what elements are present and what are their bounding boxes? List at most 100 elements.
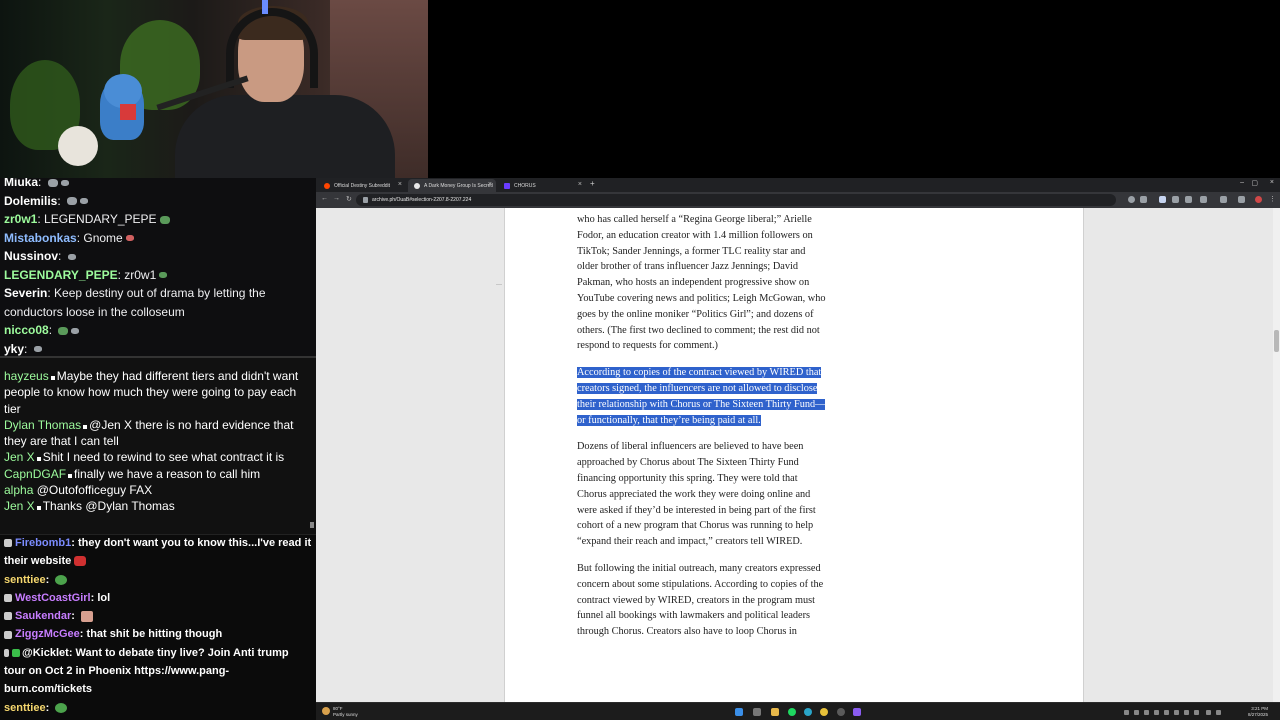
chat-message: WestCoastGirl: lol	[0, 589, 316, 607]
browser-toolbar: ← → ↻ archive.ph/OuaB#selection-2207.8-2…	[316, 192, 1280, 208]
page-viewport: who has called herself a “Regina George …	[316, 208, 1280, 702]
chat-panel-middle: hayzeus Maybe they had different tiers an…	[0, 356, 316, 534]
extension-icon[interactable]	[1185, 196, 1192, 203]
tray-app-icon[interactable]	[1134, 710, 1139, 715]
chat-text: Shit I need to rewind to see what contra…	[42, 450, 285, 465]
forward-icon[interactable]: →	[333, 195, 340, 202]
sidepanel-icon[interactable]	[1220, 196, 1227, 203]
chat-username[interactable]: alpha	[4, 483, 33, 497]
browser-menu-icon[interactable]: ⋮	[1269, 195, 1276, 203]
chat-message: Jen X Shit I need to rewind to see what c…	[0, 449, 316, 465]
tray-app-icon[interactable]	[1154, 710, 1159, 715]
back-icon[interactable]: ←	[321, 195, 328, 202]
chat-username[interactable]: Severin	[4, 286, 47, 300]
verified-check-icon	[12, 648, 20, 657]
obs-icon[interactable]	[837, 708, 845, 716]
chat-message: alpha @Outofofficeguy FAX	[0, 482, 316, 498]
browser-tab-article[interactable]: A Dark Money Group Is Secretl ×	[408, 179, 496, 192]
chat-username[interactable]: Dolemilis	[4, 194, 57, 208]
chat-text: that shit be hitting though	[86, 628, 223, 641]
chat-username[interactable]: LEGENDARY_PEPE	[4, 268, 118, 282]
emote-icon	[47, 178, 58, 187]
maximize-icon[interactable]: ▢	[1251, 179, 1258, 187]
tray-app-icon[interactable]	[1164, 710, 1169, 715]
vertical-scrollbar[interactable]	[1273, 208, 1280, 702]
chat-username[interactable]: Firebomb1	[15, 537, 71, 549]
tray-chevron-icon[interactable]	[1124, 710, 1129, 715]
chat-username[interactable]: Dylan Thomas	[4, 418, 81, 432]
chat-username[interactable]: hayzeus	[4, 369, 49, 383]
wifi-icon[interactable]	[1206, 710, 1211, 715]
tray-app-icon[interactable]	[1184, 710, 1189, 715]
new-tab-button[interactable]: +	[590, 179, 595, 188]
spotify-icon[interactable]	[788, 708, 796, 716]
search-icon[interactable]	[753, 708, 761, 716]
browser-tab-reddit[interactable]: Official Destiny Subreddit ×	[318, 179, 406, 192]
emote-icon	[74, 556, 87, 567]
file-explorer-icon[interactable]	[771, 708, 779, 716]
weather-widget[interactable]: 80°F Partly sunny	[322, 706, 358, 717]
system-clock[interactable]: 3:21 PM 8/27/2025	[1248, 706, 1268, 718]
chat-text: lol	[97, 591, 111, 604]
chrome-icon[interactable]	[820, 708, 828, 716]
emote-icon	[159, 215, 170, 224]
emote-icon	[58, 326, 69, 335]
downloads-icon[interactable]	[1200, 196, 1207, 203]
scrollbar-handle[interactable]	[310, 522, 314, 528]
browser-tab-chorus[interactable]: CHORUS ×	[498, 179, 586, 192]
chat-username[interactable]: zr0w1	[4, 212, 37, 226]
reload-icon[interactable]: ↻	[346, 195, 352, 203]
chat-panel-bottom: Firebomb1: they don't want you to know t…	[0, 534, 316, 720]
edge-icon[interactable]	[804, 708, 812, 716]
chat-text: @Outofofficeguy FAX	[36, 483, 153, 498]
chat-username[interactable]: Miuka	[4, 178, 38, 189]
site-info-icon[interactable]	[363, 197, 368, 203]
chat-username[interactable]: Mistabonkas	[4, 231, 77, 245]
chat-username[interactable]: CapnDGAF	[4, 467, 66, 481]
chat-text: Thanks @Dylan Thomas	[42, 499, 175, 514]
chat-username[interactable]: senttiee	[4, 702, 46, 714]
extension-icon[interactable]	[1172, 196, 1179, 203]
tray-app-icon[interactable]	[1144, 710, 1149, 715]
tray-app-icon[interactable]	[1174, 710, 1179, 715]
chat-message: Saukendar:	[0, 607, 316, 625]
app-icon[interactable]	[853, 708, 861, 716]
chat-username[interactable]: nicco08	[4, 323, 49, 337]
profile-avatar[interactable]	[1255, 196, 1262, 203]
bookmark-star-icon[interactable]	[1140, 196, 1147, 203]
chat-username[interactable]: @Kicklet	[22, 647, 69, 659]
emote-icon	[33, 346, 42, 353]
chat-username[interactable]: ZiggzMcGee	[15, 628, 80, 640]
tab-label: Official Destiny Subreddit	[334, 183, 391, 189]
close-window-icon[interactable]: ×	[1270, 179, 1274, 186]
emote-icon	[80, 198, 89, 205]
scrollbar-thumb[interactable]	[1274, 330, 1279, 352]
user-badge-icon	[4, 612, 12, 621]
chat-username[interactable]: senttiee	[4, 574, 46, 586]
chat-message: ZiggzMcGee: that shit be hitting though	[0, 625, 316, 643]
chat-username[interactable]: Saukendar	[15, 610, 71, 622]
chat-message: Jen X Thanks @Dylan Thomas	[0, 498, 316, 514]
chat-username[interactable]: Jen X	[4, 499, 35, 513]
volume-icon[interactable]	[1216, 710, 1221, 715]
start-windows-icon[interactable]	[735, 708, 743, 716]
chat-message: hayzeus Maybe they had different tiers an…	[0, 368, 316, 417]
extension-icon[interactable]	[1159, 196, 1166, 203]
chat-text: LEGENDARY_PEPE	[44, 212, 157, 226]
address-bar[interactable]: archive.ph/OuaB#selection-2207.8-2207.22…	[356, 194, 1116, 206]
minimize-icon[interactable]: –	[1240, 179, 1244, 186]
chat-username[interactable]: Nussinov	[4, 249, 58, 263]
tab-close-icon[interactable]: ×	[488, 181, 492, 188]
user-badge-icon	[4, 630, 12, 639]
tab-close-icon[interactable]: ×	[578, 181, 582, 188]
tray-app-icon[interactable]	[1194, 710, 1199, 715]
chat-username[interactable]: yky	[4, 342, 24, 356]
chat-message: yky:	[0, 340, 316, 357]
chat-username[interactable]: WestCoastGirl	[15, 592, 91, 604]
zoom-icon[interactable]	[1128, 196, 1135, 203]
reddit-favicon-icon	[324, 183, 330, 189]
extensions-puzzle-icon[interactable]	[1238, 196, 1245, 203]
chat-message: zr0w1: LEGENDARY_PEPE	[0, 210, 316, 229]
chat-username[interactable]: Jen X	[4, 450, 35, 464]
tab-close-icon[interactable]: ×	[398, 181, 402, 188]
